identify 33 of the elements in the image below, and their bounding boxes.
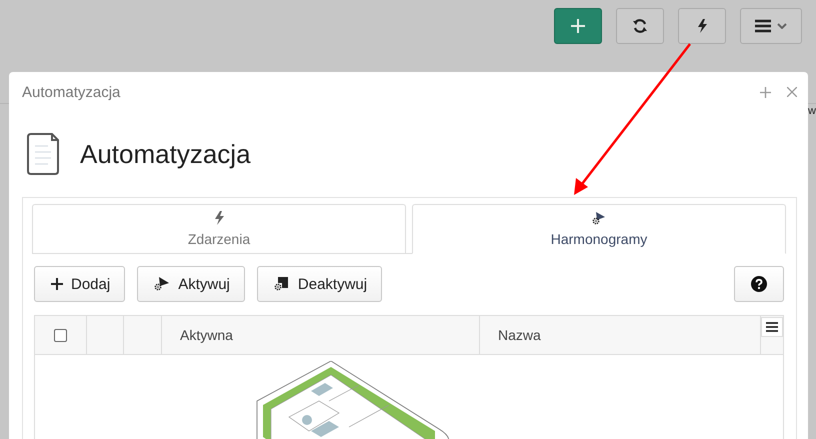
deactivate-button[interactable]: Deaktywuj [256,266,382,302]
select-all-checkbox[interactable] [54,328,67,342]
square-gear-icon [274,276,290,292]
tab[interactable]: Harmonogramy [412,204,786,254]
window-title: Automatyzacja [22,84,122,100]
automation-button[interactable] [678,8,726,44]
close-icon [787,86,797,96]
maximize-button[interactable] [760,86,771,98]
plus-icon [760,86,771,98]
menu-button[interactable] [740,8,802,44]
flag-gear-icon [154,276,170,292]
document-icon [26,133,60,175]
chevron-down-icon [777,23,787,29]
add-button[interactable] [554,8,602,44]
refresh-button[interactable] [616,8,664,44]
page-heading: Automatyzacja [80,138,251,170]
lightning-icon [696,19,708,33]
plus-icon [51,278,63,290]
menu-icon [755,19,771,33]
help-button[interactable] [734,266,784,302]
menu-icon [766,322,778,332]
activate-button[interactable]: Aktywuj [137,266,245,302]
lightning-icon [213,211,225,225]
close-button[interactable] [787,86,797,98]
help-icon [751,276,767,292]
flag-gear-icon [592,211,606,225]
plus-icon [571,19,585,33]
background-text: w [808,105,816,117]
add-button[interactable]: Dodaj [34,266,126,302]
refresh-icon [632,18,648,34]
column-header[interactable]: Aktywna [162,316,480,354]
tab[interactable]: Zdarzenia [32,204,406,253]
column-menu-button[interactable] [761,317,783,337]
